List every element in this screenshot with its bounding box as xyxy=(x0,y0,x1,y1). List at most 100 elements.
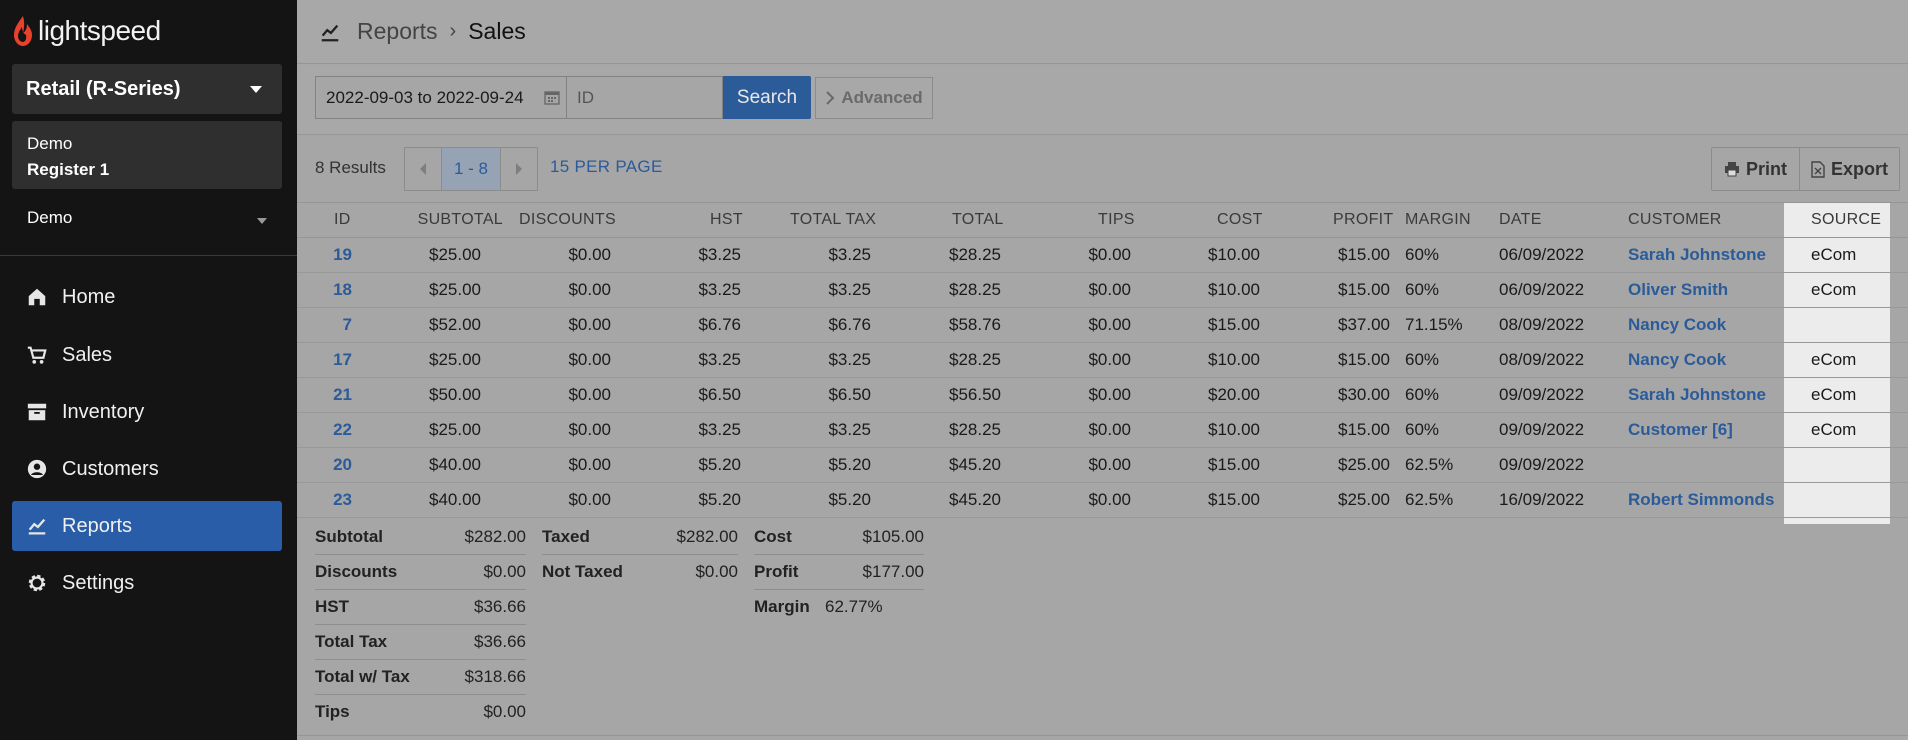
chevron-left-icon xyxy=(420,163,426,175)
cell-subtotal: $40.00 xyxy=(429,455,481,474)
summary-value: $105.00 xyxy=(862,527,924,546)
advanced-button[interactable]: Advanced xyxy=(815,77,933,119)
cell-margin: 60% xyxy=(1405,350,1440,369)
cell-hst: $6.76 xyxy=(698,315,741,334)
header-tips[interactable]: TIPS xyxy=(1098,203,1135,237)
per-page-select[interactable]: 15 PER PAGE xyxy=(550,157,663,177)
cell-subtotal: $25.00 xyxy=(429,420,481,439)
cell-margin: 60% xyxy=(1405,420,1440,439)
summary-label: Tips xyxy=(315,702,350,721)
cell-discounts: $0.00 xyxy=(568,385,611,404)
header-source[interactable]: SOURCE xyxy=(1811,203,1881,237)
id-search-input[interactable]: ID xyxy=(567,76,723,119)
prev-page-button[interactable] xyxy=(405,148,441,190)
cell-date: 09/09/2022 xyxy=(1499,385,1585,404)
cell-source: eCom xyxy=(1811,280,1857,299)
cell-id[interactable]: 22 xyxy=(232,413,352,447)
breadcrumb-reports[interactable]: Reports xyxy=(357,18,438,45)
print-button[interactable]: Print xyxy=(1711,147,1800,191)
sidebar-item-settings[interactable]: Settings xyxy=(12,558,282,608)
cell-customer[interactable]: Sarah Johnstone xyxy=(1628,378,1766,412)
search-button[interactable]: Search xyxy=(723,76,811,119)
table-row[interactable]: 23 $40.00 $0.00 $5.20 $5.20 $45.20 $0.00 $15.00… xyxy=(297,483,1908,518)
table-row[interactable]: 19 $25.00 $0.00 $3.25 $3.25 $28.25 $0.00 $10.00… xyxy=(297,238,1908,273)
cell-discounts: $0.00 xyxy=(568,315,611,334)
cell-customer[interactable]: Customer [6] xyxy=(1628,413,1733,447)
cell-total: $28.25 xyxy=(949,350,1001,369)
table-row[interactable]: 18 $25.00 $0.00 $3.25 $3.25 $28.25 $0.00 $10.00… xyxy=(297,273,1908,308)
cell-customer[interactable]: Nancy Cook xyxy=(1628,308,1726,342)
summary-line: Tips $0.00 xyxy=(315,695,526,730)
cell-total: $56.50 xyxy=(949,385,1001,404)
header-hst[interactable]: HST xyxy=(710,203,743,237)
summary-line: Discounts $0.00 xyxy=(315,555,526,590)
cell-tips: $0.00 xyxy=(1088,315,1131,334)
flame-icon xyxy=(14,16,32,46)
summary-label: Taxed xyxy=(542,527,590,546)
summary-value: 62.77% xyxy=(825,597,883,616)
summary-line: Total w/ Tax $318.66 xyxy=(315,660,526,695)
cell-total: $28.25 xyxy=(949,245,1001,264)
cell-total: $28.25 xyxy=(949,280,1001,299)
cell-tips: $0.00 xyxy=(1088,385,1131,404)
cell-total-tax: $3.25 xyxy=(828,420,871,439)
table-row[interactable]: 17 $25.00 $0.00 $3.25 $3.25 $28.25 $0.00 $10.00… xyxy=(297,343,1908,378)
summary-label: Cost xyxy=(754,527,792,546)
summary-label: Total Tax xyxy=(315,632,388,651)
product-select[interactable]: Retail (R-Series) xyxy=(12,64,282,114)
cell-customer[interactable]: Oliver Smith xyxy=(1628,273,1728,307)
date-range-input[interactable]: 2022-09-03 to 2022-09-24 xyxy=(315,76,567,119)
cell-margin: 71.15% xyxy=(1405,315,1463,334)
next-page-button[interactable] xyxy=(501,148,537,190)
product-label: Retail (R-Series) xyxy=(26,77,181,100)
cell-total-tax: $5.20 xyxy=(828,455,871,474)
advanced-label: Advanced xyxy=(841,88,923,107)
cell-hst: $6.50 xyxy=(698,385,741,404)
cell-customer[interactable]: Robert Simmonds xyxy=(1628,483,1774,517)
cell-id[interactable]: 21 xyxy=(232,378,352,412)
header-total[interactable]: TOTAL xyxy=(952,203,1004,237)
chevron-right-icon xyxy=(516,163,522,175)
table-row[interactable]: 21 $50.00 $0.00 $6.50 $6.50 $56.50 $0.00 $20.00… xyxy=(297,378,1908,413)
header-margin[interactable]: MARGIN xyxy=(1405,203,1471,237)
table-row[interactable]: 7 $52.00 $0.00 $6.76 $6.76 $58.76 $0.00 $15.00 $… xyxy=(297,308,1908,343)
table-row[interactable]: 22 $25.00 $0.00 $3.25 $3.25 $28.25 $0.00 $10.00… xyxy=(297,413,1908,448)
cell-hst: $5.20 xyxy=(698,490,741,509)
header-total-tax[interactable]: TOTAL TAX xyxy=(790,203,876,237)
chevron-down-icon xyxy=(257,218,267,224)
header-profit[interactable]: PROFIT xyxy=(1333,203,1393,237)
cell-profit: $25.00 xyxy=(1338,490,1390,509)
lightspeed-logo[interactable]: lightspeed xyxy=(12,14,161,48)
cell-customer[interactable]: Sarah Johnstone xyxy=(1628,238,1766,272)
header-date[interactable]: DATE xyxy=(1499,203,1542,237)
export-button[interactable]: Export xyxy=(1799,147,1900,191)
cell-id[interactable]: 17 xyxy=(232,343,352,377)
user-menu[interactable]: Demo xyxy=(27,208,277,234)
cell-customer[interactable]: Nancy Cook xyxy=(1628,343,1726,377)
chevron-down-icon xyxy=(250,86,262,93)
table-row[interactable]: 20 $40.00 $0.00 $5.20 $5.20 $45.20 $0.00 $15.00… xyxy=(297,448,1908,483)
header-discounts[interactable]: DISCOUNTS xyxy=(519,203,616,237)
cell-discounts: $0.00 xyxy=(568,280,611,299)
cell-margin: 60% xyxy=(1405,280,1440,299)
cell-id[interactable]: 18 xyxy=(232,273,352,307)
cell-total-tax: $5.20 xyxy=(828,490,871,509)
header-cost[interactable]: COST xyxy=(1217,203,1263,237)
summary-label: Not Taxed xyxy=(542,562,623,581)
cell-id[interactable]: 23 xyxy=(232,483,352,517)
cell-source: eCom xyxy=(1811,385,1857,404)
cell-id[interactable]: 19 xyxy=(232,238,352,272)
register-info[interactable]: Demo Register 1 xyxy=(12,121,282,189)
cell-cost: $10.00 xyxy=(1208,350,1260,369)
cell-id[interactable]: 20 xyxy=(232,448,352,482)
cell-id[interactable]: 7 xyxy=(232,308,352,342)
header-id[interactable]: ID xyxy=(334,203,351,237)
print-label: Print xyxy=(1745,158,1787,179)
header-customer[interactable]: CUSTOMER xyxy=(1628,203,1722,237)
header-subtotal[interactable]: SUBTOTAL xyxy=(401,203,503,237)
current-page[interactable]: 1 - 8 xyxy=(441,148,501,190)
cell-tips: $0.00 xyxy=(1088,455,1131,474)
user-name: Demo xyxy=(27,208,73,227)
cell-discounts: $0.00 xyxy=(568,455,611,474)
cell-hst: $5.20 xyxy=(698,455,741,474)
